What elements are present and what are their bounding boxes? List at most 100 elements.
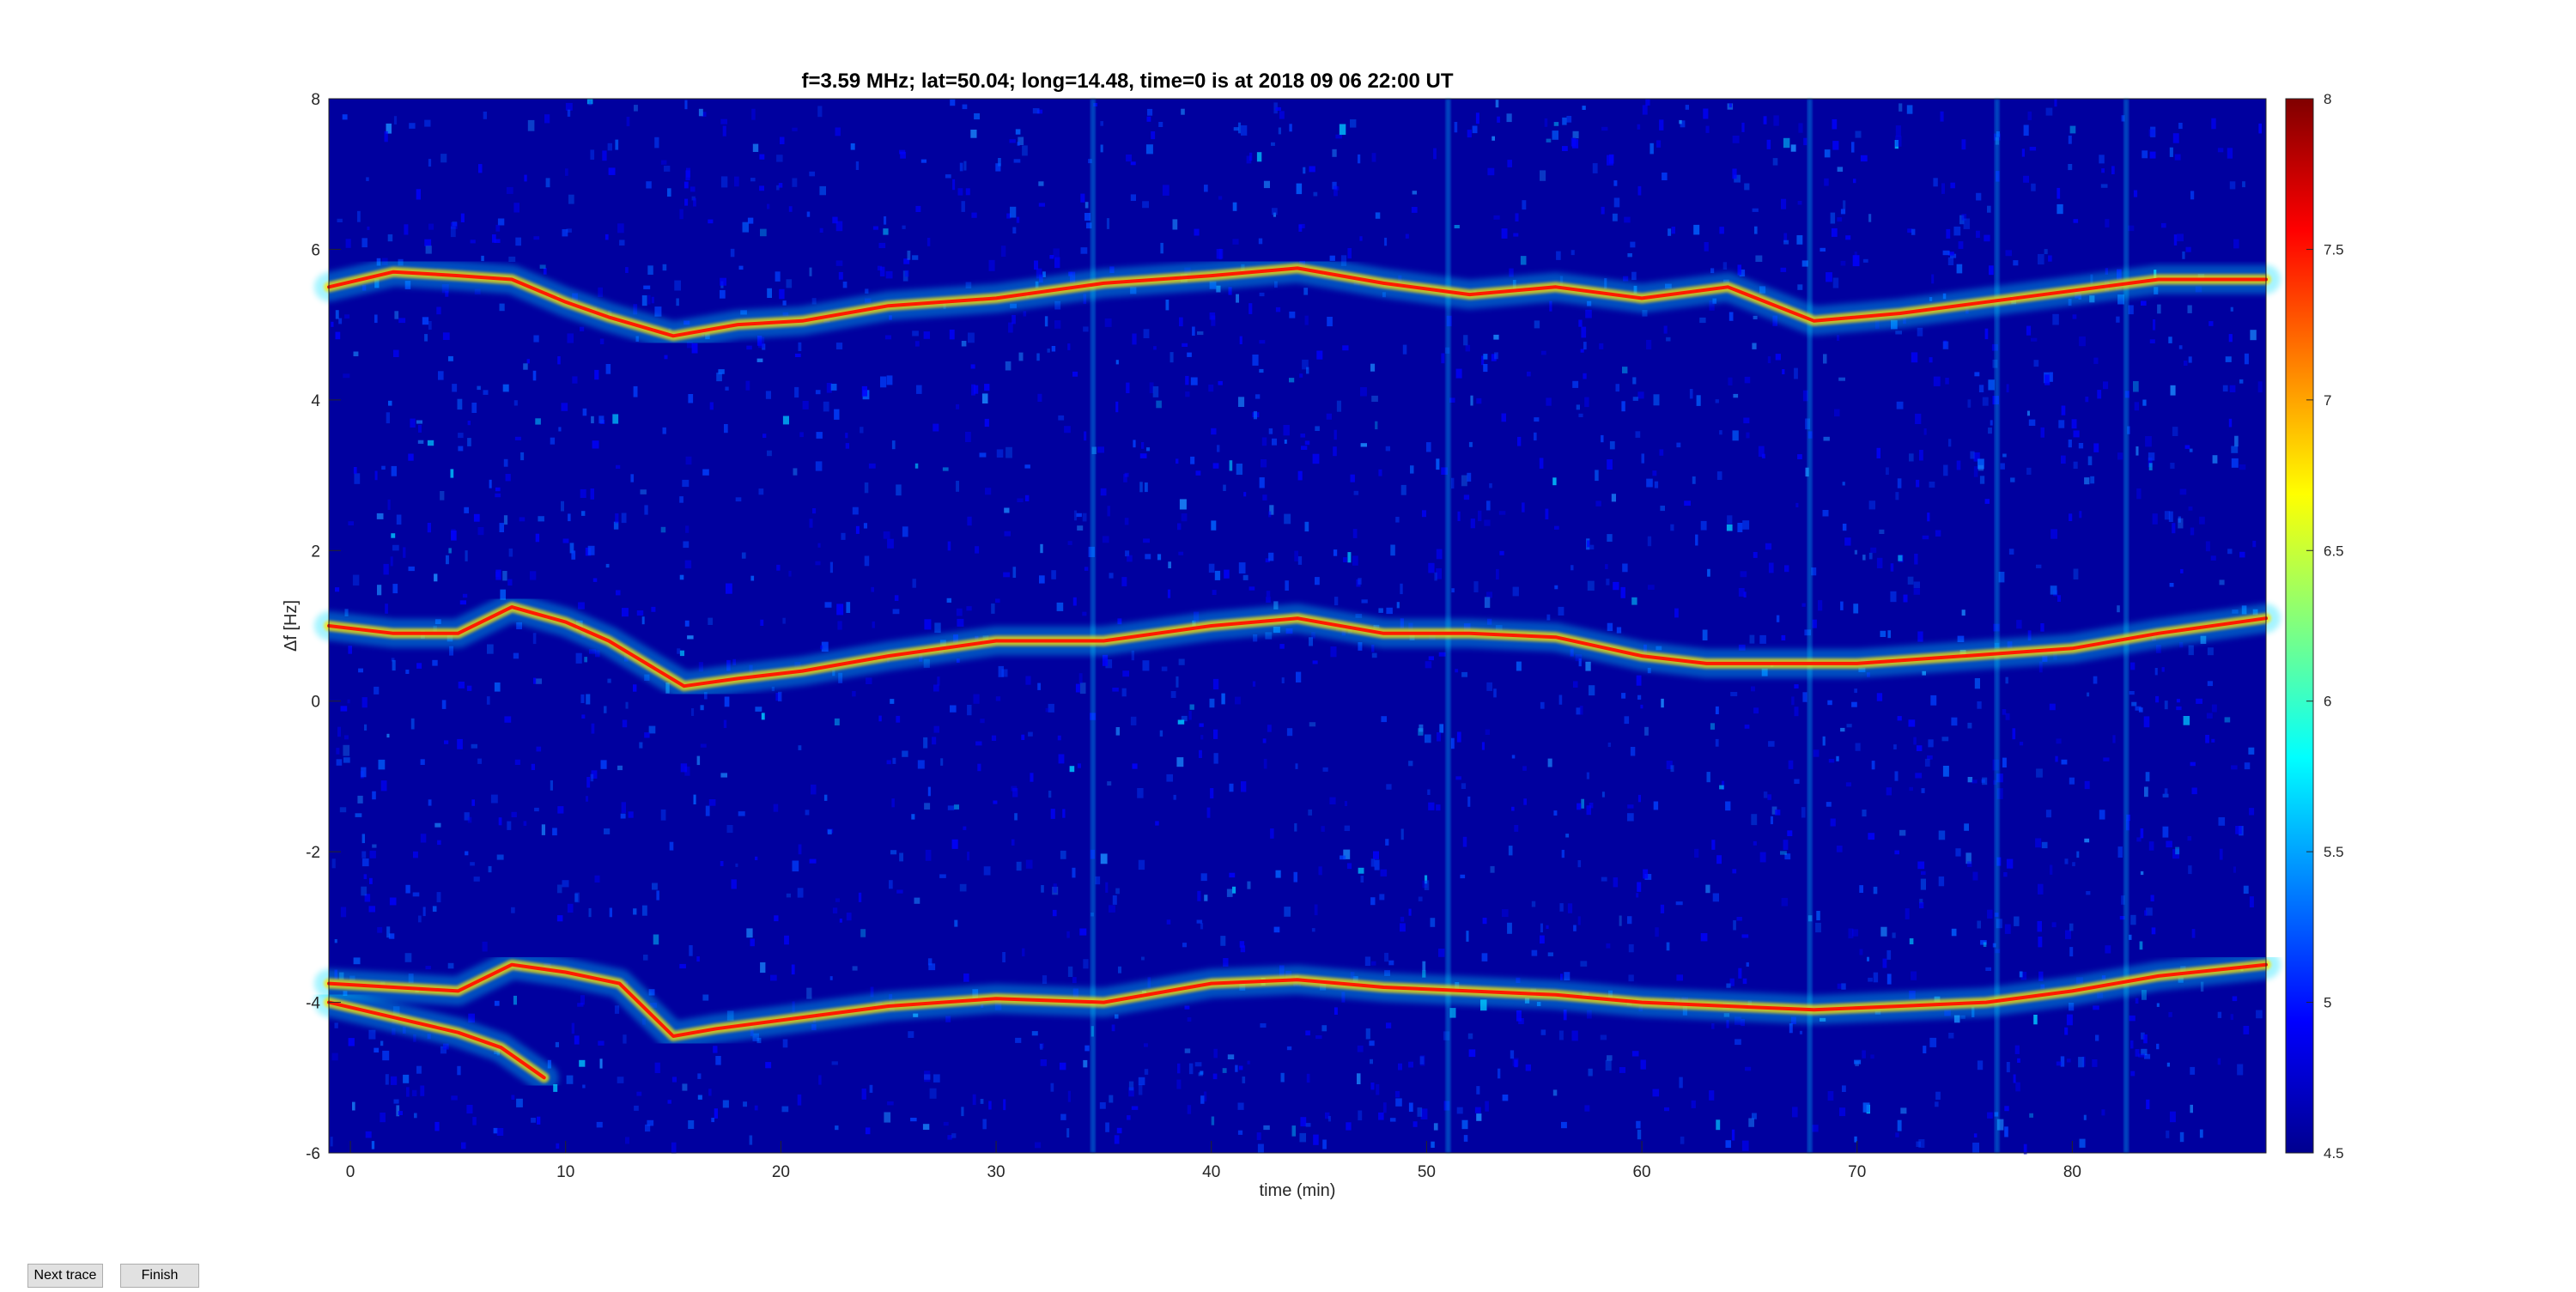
noise-speckle [586,796,588,802]
noise-speckle [404,953,412,962]
noise-speckle [1940,111,1944,122]
colorbar-tick-label: 7.5 [2324,241,2344,258]
noise-speckle [1072,597,1077,606]
noise-speckle [1115,888,1120,895]
noise-speckle [1197,890,1201,901]
noise-speckle [353,957,361,965]
noise-speckle [923,737,928,749]
noise-speckle [2184,445,2190,449]
noise-speckle [436,306,441,315]
noise-speckle [988,1101,992,1110]
noise-speckle [1334,597,1339,606]
noise-speckle [714,1108,718,1119]
noise-speckle [1783,137,1790,149]
noise-speckle [1361,599,1368,604]
noise-speckle [2188,356,2192,363]
noise-speckle [2162,793,2169,798]
noise-speckle [1157,554,1162,561]
noise-speckle [2026,410,2030,416]
noise-speckle [1776,615,1780,622]
noise-speckle [1000,246,1006,257]
noise-speckle [1013,159,1021,163]
noise-speckle [792,178,798,187]
noise-speckle [1616,627,1622,634]
noise-speckle [1745,1066,1752,1071]
noise-speckle [1666,337,1671,342]
noise-speckle [605,563,610,568]
noise-speckle [2234,435,2239,447]
noise-speckle [1422,510,1426,518]
noise-speckle [1304,521,1309,532]
noise-speckle [427,440,434,446]
noise-speckle [2249,808,2255,816]
noise-speckle [470,240,476,244]
noise-speckle [1961,610,1965,616]
noise-speckle [1730,692,1738,696]
noise-speckle [2072,862,2075,866]
noise-speckle [1385,446,1390,452]
noise-speckle [1347,552,1352,563]
noise-speckle [2061,405,2066,416]
noise-speckle [1741,122,1745,132]
plot-area [314,98,2281,1155]
noise-speckle [607,678,611,683]
noise-speckle [965,188,970,196]
noise-speckle [896,889,903,894]
noise-speckle [1289,311,1296,318]
noise-speckle [963,974,969,982]
noise-speckle [477,385,481,391]
noise-speckle [716,373,722,382]
noise-speckle [2069,125,2076,134]
noise-speckle [640,489,647,494]
noise-speckle [1567,903,1573,913]
noise-speckle [1357,1073,1361,1084]
noise-speckle [578,602,585,610]
noise-speckle [502,384,509,392]
noise-speckle [1706,772,1710,783]
noise-speckle [1178,551,1184,555]
noise-speckle [1659,119,1664,130]
noise-speckle [1242,574,1249,580]
noise-speckle [511,907,515,913]
noise-speckle [709,402,714,410]
noise-speckle [352,574,360,586]
finish-button[interactable]: Finish [120,1264,199,1288]
noise-speckle [962,104,968,110]
noise-speckle [1350,119,1357,128]
noise-speckle [622,719,628,728]
noise-speckle [786,893,791,898]
noise-speckle [2227,549,2233,555]
noise-speckle [565,168,568,176]
noise-speckle [1637,391,1644,399]
noise-speckle [2144,786,2148,798]
noise-speckle [1823,354,1827,364]
noise-speckle [427,523,431,533]
noise-speckle [2000,463,2005,470]
next-trace-button[interactable]: Next trace [27,1264,103,1288]
noise-speckle [380,780,387,792]
noise-speckle [1005,361,1012,371]
noise-speckle [1305,1123,1311,1127]
noise-speckle [621,513,627,524]
noise-speckle [1715,706,1719,714]
noise-speckle [1862,1050,1866,1058]
noise-speckle [2190,191,2195,200]
noise-speckle [425,246,432,254]
noise-speckle [2168,337,2172,343]
noise-speckle [2064,858,2069,864]
noise-speckle [590,488,594,500]
noise-speckle [467,816,472,823]
noise-speckle [1853,179,1856,184]
noise-speckle [697,1073,702,1079]
noise-speckle [1731,1129,1735,1141]
noise-speckle [2185,246,2191,252]
noise-speckle [1083,1059,1088,1068]
noise-speckle [1209,698,1215,708]
noise-speckle [361,767,367,778]
noise-speckle [720,176,728,188]
noise-speckle [448,355,453,361]
noise-speckle [562,538,569,543]
noise-speckle [696,755,701,766]
noise-speckle [1369,1040,1375,1046]
noise-speckle [886,375,893,385]
